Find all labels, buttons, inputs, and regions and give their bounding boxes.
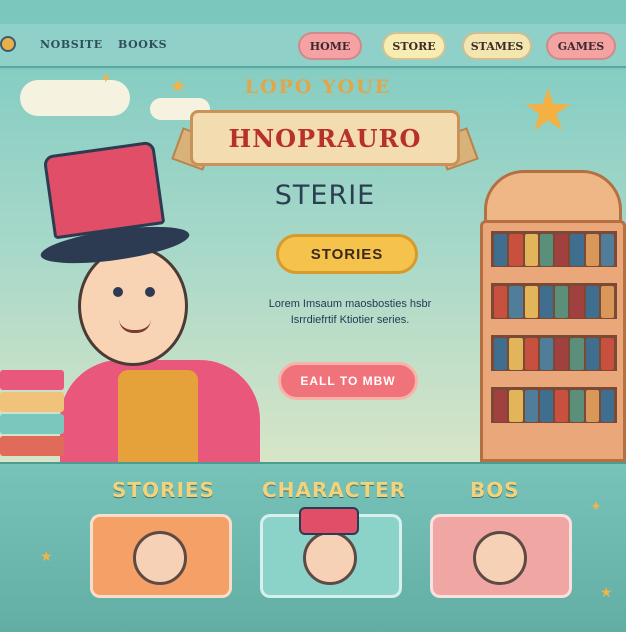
section-title-bos: BOS bbox=[470, 478, 520, 502]
hero-section: ★ ★ ✦ LOPO YOUE HNOPRAURO STERIE STORIES… bbox=[0, 70, 626, 462]
character-eye bbox=[145, 287, 155, 297]
big-star-icon: ★ bbox=[522, 78, 574, 143]
nav-button-store[interactable]: STORE bbox=[382, 32, 446, 60]
stories-button-label: STORIES bbox=[310, 245, 384, 263]
nav-button-stames-label: STAMES bbox=[470, 39, 524, 53]
shelf-row bbox=[491, 387, 617, 423]
top-navigation: NOBSITE BOOKS HOME STORE STAMES GAMES bbox=[0, 24, 626, 68]
nav-button-store-label: STORE bbox=[392, 39, 436, 53]
section-title-character: CHARACTER bbox=[262, 478, 407, 502]
shelf-row bbox=[491, 231, 617, 267]
hero-ribbon-banner: HNOPRAURO bbox=[190, 110, 460, 166]
hero-description: Lorem Imsaum maosbosties hsbr Isrrdiefrt… bbox=[240, 296, 460, 328]
call-to-action-label: EALL TO MBW bbox=[300, 374, 396, 388]
character-hat bbox=[42, 140, 166, 240]
character-vest bbox=[118, 370, 198, 462]
nav-button-stames[interactable]: STAMES bbox=[462, 32, 532, 60]
star-icon: ★ bbox=[600, 584, 613, 600]
shelf-row bbox=[491, 283, 617, 319]
card-bos[interactable] bbox=[430, 514, 572, 598]
nav-button-home[interactable]: HOME bbox=[298, 32, 362, 60]
featured-sections: STORIES CHARACTER BOS ★ ✦ ★ bbox=[0, 462, 626, 632]
nav-button-games-label: GAMES bbox=[557, 39, 605, 53]
logo-icon[interactable] bbox=[0, 36, 16, 52]
card-character[interactable] bbox=[260, 507, 402, 598]
character-smile bbox=[119, 319, 151, 333]
nav-link-website[interactable]: NOBSITE bbox=[40, 38, 103, 51]
section-title-stories: STORIES bbox=[112, 478, 215, 502]
star-icon: ★ bbox=[40, 548, 53, 564]
character-eye bbox=[113, 287, 123, 297]
hero-description-line: Isrrdiefrtif Ktiotier series. bbox=[290, 314, 410, 326]
call-to-action-button[interactable]: EALL TO MBW bbox=[278, 362, 418, 400]
nav-button-games[interactable]: GAMES bbox=[546, 32, 616, 60]
nav-button-home-label: HOME bbox=[309, 39, 351, 53]
character-face bbox=[78, 246, 188, 366]
star-icon: ★ bbox=[170, 76, 187, 96]
stories-button[interactable]: STORIES bbox=[276, 234, 418, 274]
book-stack bbox=[0, 370, 64, 460]
card-character-portrait bbox=[133, 531, 187, 585]
star-icon: ✦ bbox=[100, 70, 112, 86]
bookshelf bbox=[480, 220, 626, 462]
hero-banner-small-text: LOPO YOUE bbox=[244, 76, 392, 98]
cloud-decoration bbox=[20, 80, 130, 116]
hero-description-line: Lorem Imsaum maosbosties hsbr bbox=[268, 298, 432, 310]
hero-title: STERIE bbox=[274, 180, 376, 211]
card-stories[interactable] bbox=[90, 514, 232, 598]
shelf-row bbox=[491, 335, 617, 371]
hero-ribbon-text: HNOPRAURO bbox=[228, 123, 422, 153]
star-icon: ✦ bbox=[590, 498, 602, 514]
page-frame: NOBSITE BOOKS HOME STORE STAMES GAMES ★ … bbox=[0, 0, 626, 632]
card-character-portrait bbox=[473, 531, 527, 585]
card-character-portrait bbox=[303, 531, 357, 585]
nav-link-books[interactable]: BOOKS bbox=[118, 38, 167, 51]
card-hat-icon bbox=[299, 507, 359, 535]
